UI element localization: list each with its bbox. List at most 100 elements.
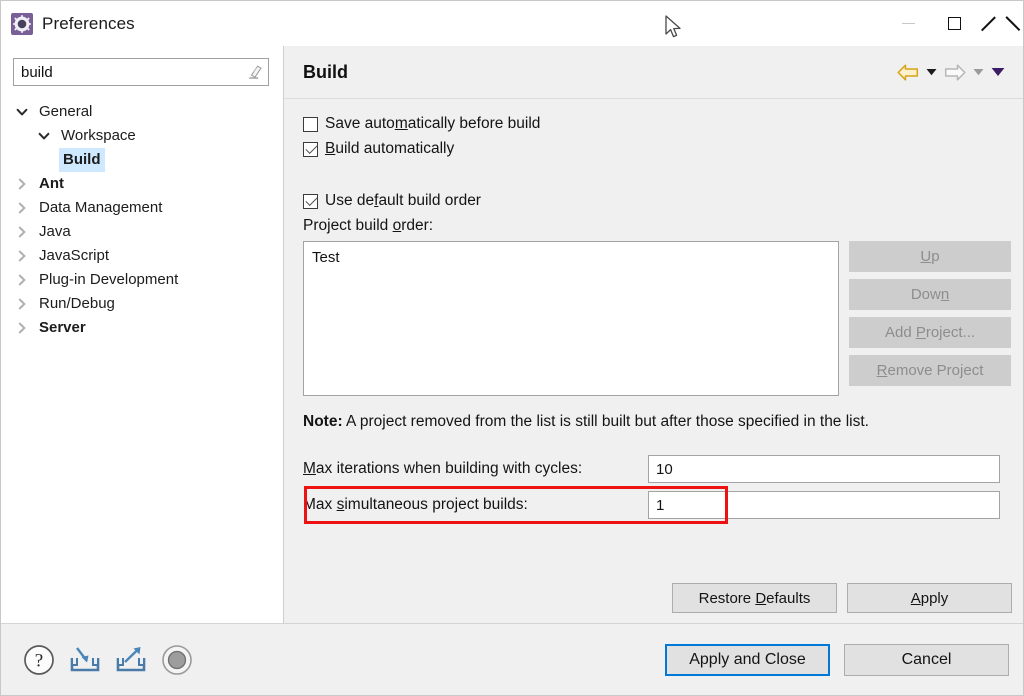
minimize-button[interactable] [885, 1, 931, 46]
page-title: Build [303, 61, 348, 82]
page-action-buttons: Restore Defaults Apply [284, 583, 1023, 623]
max-simultaneous-builds-label: Max simultaneous project builds: [303, 496, 528, 513]
max-iterations-input[interactable] [648, 455, 1000, 483]
remove-project-button: Remove Project [849, 355, 1011, 386]
project-build-order-list[interactable]: Test [303, 241, 839, 396]
checkbox-label: Save automatically before build [325, 115, 541, 132]
sidebar-item-label: Build [59, 148, 105, 172]
clear-filter-icon[interactable] [242, 59, 268, 85]
sidebar-item-general[interactable]: General [1, 100, 283, 124]
maximize-button[interactable] [931, 1, 977, 46]
sidebar-item-ant[interactable]: Ant [1, 172, 283, 196]
chevron-right-icon[interactable] [9, 274, 35, 286]
restore-icon[interactable] [161, 644, 193, 676]
sidebar-item-label: JavaScript [39, 247, 110, 264]
add-project-button: Add Project... [849, 317, 1011, 348]
checkbox-box[interactable] [303, 141, 318, 157]
list-action-buttons: Up Down Add Project... Remove Project [849, 241, 1011, 386]
sidebar-item-java[interactable]: Java [1, 220, 283, 244]
button-label: Restore Defaults [698, 589, 811, 607]
project-build-order-label: Project build order: [303, 217, 434, 234]
footer-icons: ? [23, 644, 193, 676]
project-order-area: Test Up Down Add Project... Remove Project [303, 241, 1011, 396]
svg-text:?: ? [35, 650, 43, 671]
sidebar-item-label: Data Management [39, 199, 163, 216]
sidebar-item-label: Java [39, 223, 71, 240]
note-text: A project removed from the list is still… [342, 413, 869, 430]
sidebar-item-data-management[interactable]: Data Management [1, 196, 283, 220]
window-title: Preferences [42, 13, 135, 33]
help-icon[interactable]: ? [23, 644, 55, 676]
checkbox-label: Use default build order [325, 192, 481, 209]
maximize-icon [947, 17, 961, 30]
max-iterations-label: Max iterations when building with cycles… [303, 460, 583, 477]
restore-defaults-button[interactable]: Restore Defaults [672, 583, 837, 613]
sidebar-item-build[interactable]: Build [1, 148, 283, 172]
max-simultaneous-project-builds-row: Max simultaneous project builds: [303, 491, 1011, 519]
button-label: Remove Project [876, 362, 984, 379]
preferences-gear-icon [11, 12, 33, 35]
dialog-footer: ? Apply and Close Cancel [1, 623, 1023, 695]
preferences-window: Preferences build General Workspace Buil… [0, 0, 1024, 696]
chevron-right-icon[interactable] [9, 322, 35, 334]
checkbox-use-default-build-order[interactable]: Use default build order [303, 192, 1011, 210]
close-icon [993, 16, 1008, 31]
sidebar-item-label: General [39, 103, 93, 120]
sidebar-item-run-debug[interactable]: Run/Debug [1, 292, 283, 316]
back-arrow-icon[interactable] [897, 63, 919, 81]
content-pane: Build Save automatically before build Bu… [284, 46, 1023, 623]
list-item[interactable]: Test [312, 248, 830, 268]
sidebar: General Workspace Build Ant Data Management J… [1, 46, 284, 623]
sidebar-item-label: Ant [39, 175, 64, 192]
button-label: Add Project... [884, 324, 976, 341]
back-dropdown-icon[interactable] [926, 68, 937, 76]
sidebar-item-label: Workspace [61, 127, 136, 144]
filter-field-wrapper [13, 58, 269, 86]
close-button[interactable] [977, 1, 1023, 46]
max-iterations-row: Max iterations when building with cycles… [303, 455, 1011, 483]
search-input[interactable] [14, 59, 242, 85]
footer-buttons: Apply and Close Cancel [665, 643, 1009, 676]
numeric-fields: Max iterations when building with cycles… [303, 455, 1011, 519]
button-label: Apply [910, 589, 949, 607]
up-button: Up [849, 241, 1011, 272]
button-label: Apply and Close [689, 650, 806, 668]
navigation-toolbar [897, 63, 1005, 81]
button-label: Cancel [901, 650, 952, 668]
sidebar-item-server[interactable]: Server [1, 316, 283, 340]
button-label: Down [910, 286, 950, 303]
max-simultaneous-builds-input[interactable] [648, 491, 1000, 519]
window-controls [885, 1, 1023, 46]
chevron-right-icon[interactable] [9, 178, 35, 190]
sidebar-item-workspace[interactable]: Workspace [1, 124, 283, 148]
chevron-right-icon[interactable] [9, 202, 35, 214]
chevron-down-icon[interactable] [9, 106, 35, 118]
apply-and-close-button[interactable]: Apply and Close [665, 643, 830, 676]
content-body: Save automatically before build Build au… [284, 99, 1023, 583]
import-preferences-icon[interactable] [69, 645, 101, 675]
sidebar-item-label: Server [39, 319, 86, 336]
forward-dropdown-icon[interactable] [973, 68, 984, 76]
sidebar-item-javascript[interactable]: JavaScript [1, 244, 283, 268]
cancel-button[interactable]: Cancel [844, 643, 1009, 676]
checkbox-build-automatically[interactable]: Build automatically [303, 140, 1011, 158]
content-header: Build [284, 46, 1023, 99]
chevron-right-icon[interactable] [9, 250, 35, 262]
checkbox-box[interactable] [303, 193, 318, 209]
button-label: Up [920, 248, 940, 265]
view-menu-dropdown-icon[interactable] [991, 67, 1005, 77]
chevron-down-icon[interactable] [31, 130, 57, 142]
titlebar: Preferences [1, 1, 1023, 46]
chevron-right-icon[interactable] [9, 226, 35, 238]
preferences-tree: General Workspace Build Ant Data Management J… [1, 100, 283, 340]
sidebar-item-plug-in-development[interactable]: Plug-in Development [1, 268, 283, 292]
checkbox-box[interactable] [303, 116, 318, 132]
dialog-body: General Workspace Build Ant Data Management J… [1, 46, 1023, 623]
apply-button[interactable]: Apply [847, 583, 1012, 613]
forward-arrow-icon[interactable] [944, 63, 966, 81]
checkbox-save-automatically-before-build[interactable]: Save automatically before build [303, 115, 1011, 133]
chevron-right-icon[interactable] [9, 298, 35, 310]
export-preferences-icon[interactable] [115, 645, 147, 675]
down-button: Down [849, 279, 1011, 310]
